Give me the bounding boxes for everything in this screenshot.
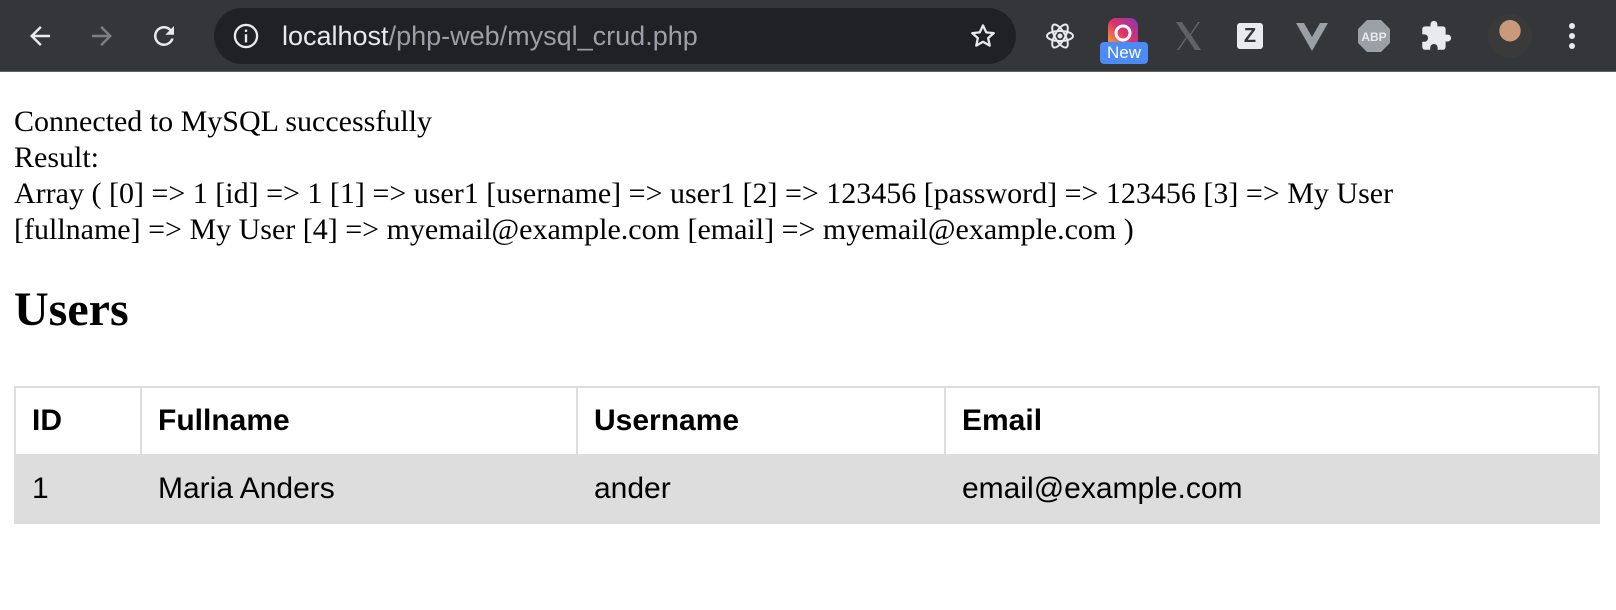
cell-username: ander — [576, 454, 946, 524]
arrow-right-icon — [92, 26, 112, 46]
connection-status-text: Connected to MySQL successfully — [14, 105, 432, 138]
result-label: Result: — [14, 141, 100, 174]
array-dump-text: Array ( [0] => 1 [id] => 1 [1] => user1 … — [14, 177, 1394, 246]
arrow-left-icon — [30, 26, 50, 46]
column-header-email: Email — [944, 386, 1600, 456]
abp-label: ABP — [1361, 30, 1386, 44]
table-row: 1 Maria Anders ander email@example.com — [14, 454, 1600, 524]
url-path: /php-web/mysql_crud.php — [388, 21, 698, 51]
back-button[interactable] — [18, 14, 62, 58]
browser-toolbar: localhost/php-web/mysql_crud.php New Z A… — [0, 0, 1616, 72]
address-bar[interactable]: localhost/php-web/mysql_crud.php — [214, 8, 1016, 64]
table-header-row: ID Fullname Username Email — [14, 386, 1600, 456]
url-host: localhost — [282, 21, 389, 51]
page-title: Users — [14, 283, 129, 336]
column-header-id: ID — [14, 386, 142, 456]
puzzle-piece-icon[interactable] — [1414, 14, 1458, 58]
bookmark-star-icon[interactable] — [968, 21, 998, 51]
adblock-plus-icon[interactable]: ABP — [1352, 14, 1396, 58]
column-header-username: Username — [576, 386, 946, 456]
reload-button[interactable] — [142, 14, 186, 58]
cell-email: email@example.com — [944, 454, 1600, 524]
url-text[interactable]: localhost/php-web/mysql_crud.php — [282, 20, 698, 52]
profile-avatar[interactable] — [1488, 14, 1532, 58]
cell-id: 1 — [14, 454, 142, 524]
users-table: ID Fullname Username Email 1 Maria Ander… — [14, 386, 1600, 524]
react-devtools-icon[interactable] — [1038, 14, 1082, 58]
x-icon[interactable] — [1166, 14, 1210, 58]
page-output: Connected to MySQL successfully Result: … — [14, 104, 1606, 248]
reload-icon — [153, 25, 174, 46]
vue-devtools-icon[interactable] — [1290, 14, 1334, 58]
cell-fullname: Maria Anders — [140, 454, 578, 524]
info-icon[interactable] — [232, 22, 260, 50]
column-header-fullname: Fullname — [140, 386, 578, 456]
z-extension-button[interactable]: Z — [1228, 14, 1272, 58]
kebab-menu-icon[interactable] — [1550, 14, 1594, 58]
extension-new-badge: New — [1100, 42, 1148, 64]
forward-button[interactable] — [80, 14, 124, 58]
z-icon: Z — [1237, 23, 1263, 49]
